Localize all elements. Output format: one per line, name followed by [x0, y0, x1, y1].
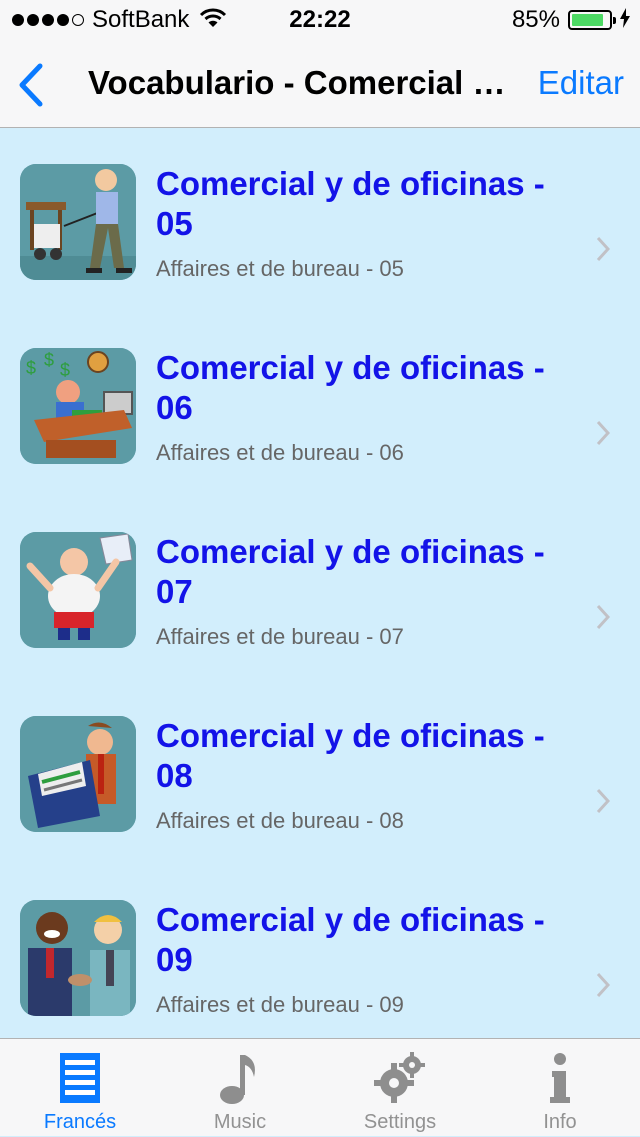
item-subtitle: Affaires et de bureau - 05	[156, 256, 404, 281]
chevron-right-icon	[596, 420, 610, 446]
item-title: Comercial y de oficinas - 06	[156, 349, 545, 426]
item-title: Comercial y de oficinas - 05	[156, 165, 545, 242]
item-title: Comercial y de oficinas - 09	[156, 901, 545, 978]
svg-text:$: $	[44, 350, 54, 370]
battery-percent: 85%	[511, 6, 560, 33]
tab-label: Music	[213, 1111, 267, 1133]
battery-icon	[568, 10, 616, 30]
thumbnail-image	[20, 900, 136, 1016]
tab-info[interactable]: Info	[480, 1039, 640, 1137]
list-icon	[60, 1053, 100, 1103]
music-note-icon	[220, 1055, 255, 1104]
chevron-right-icon	[596, 604, 610, 630]
item-subtitle: Affaires et de bureau - 07	[156, 624, 404, 649]
navigation-bar: Vocabulario - Comercial y de oficinas Ed…	[0, 40, 640, 128]
chevron-right-icon	[596, 788, 610, 814]
list-item[interactable]: Comercial y de oficinas - 05 Affaires et…	[0, 128, 640, 312]
gears-icon	[374, 1052, 425, 1103]
thumbnail-image	[20, 716, 136, 832]
chevron-left-icon	[19, 63, 43, 107]
tab-label: Info	[543, 1111, 577, 1133]
list-item[interactable]: Comercial y de oficinas - 07 Affaires et…	[0, 496, 640, 680]
thumbnail-image: $ $ $	[20, 348, 136, 464]
status-bar: SoftBank 22:22 85%	[0, 0, 640, 40]
charging-bolt-icon	[620, 7, 630, 33]
tab-label: Settings	[363, 1111, 437, 1133]
back-button[interactable]	[14, 62, 48, 108]
list-item[interactable]: Comercial y de oficinas - 09 Affaires et…	[0, 864, 640, 1048]
lesson-list: Comercial y de oficinas - 05 Affaires et…	[0, 128, 640, 1048]
item-subtitle: Affaires et de bureau - 08	[156, 808, 404, 833]
tab-bar: Francés Music Settings Info	[0, 1038, 640, 1136]
svg-text:$: $	[26, 358, 36, 378]
list-item[interactable]: $ $ $ Comercial y de oficinas - 06 Affai…	[0, 312, 640, 496]
chevron-right-icon	[596, 236, 610, 262]
thumbnail-image	[20, 532, 136, 648]
thumbnail-image	[20, 164, 136, 280]
tab-music[interactable]: Music	[160, 1039, 320, 1137]
tab-label: Francés	[43, 1111, 117, 1133]
svg-text:$: $	[60, 360, 70, 380]
chevron-right-icon	[596, 972, 610, 998]
item-title: Comercial y de oficinas - 07	[156, 533, 545, 610]
tab-frances[interactable]: Francés	[0, 1039, 160, 1137]
item-subtitle: Affaires et de bureau - 06	[156, 440, 404, 465]
status-right: 85%	[512, 6, 630, 34]
page-title: Vocabulario - Comercial y de oficinas	[88, 64, 508, 101]
item-subtitle: Affaires et de bureau - 09	[156, 992, 404, 1017]
edit-button[interactable]: Editar	[538, 64, 624, 102]
item-title: Comercial y de oficinas - 08	[156, 717, 545, 794]
tab-settings[interactable]: Settings	[320, 1039, 480, 1137]
list-item[interactable]: Comercial y de oficinas - 08 Affaires et…	[0, 680, 640, 864]
info-icon	[550, 1053, 570, 1103]
